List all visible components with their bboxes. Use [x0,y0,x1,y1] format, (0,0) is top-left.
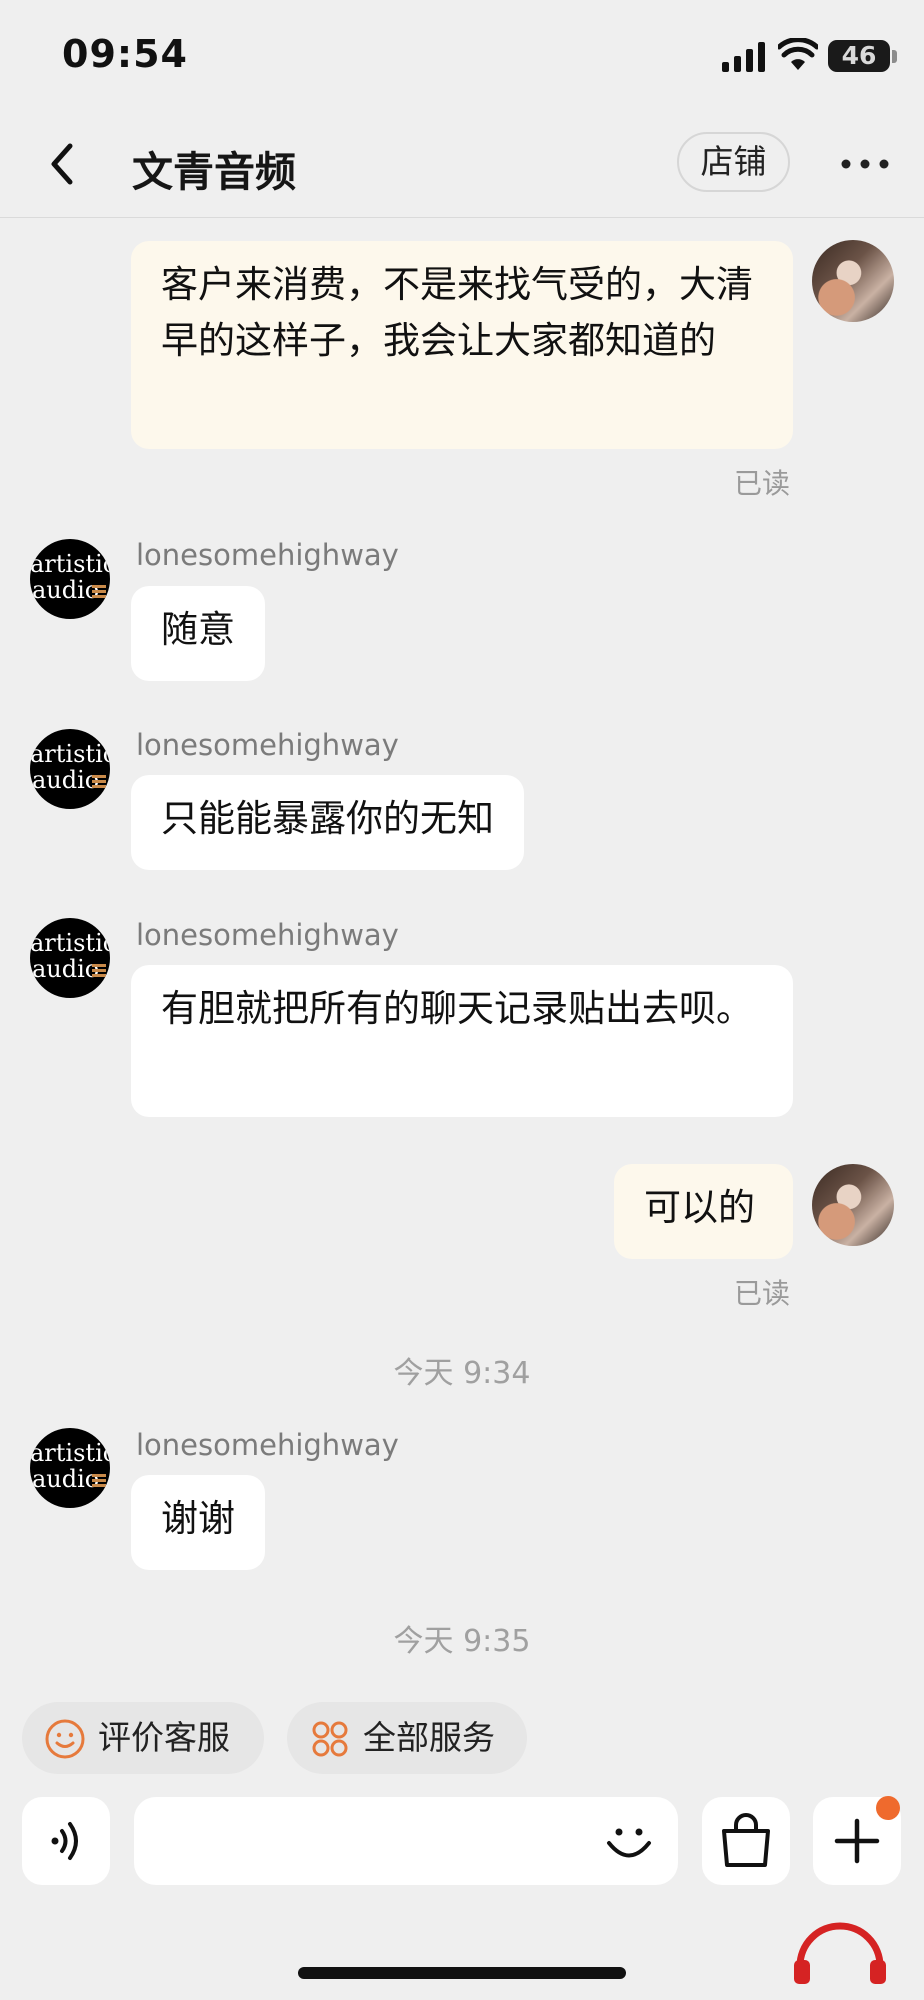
shop-avatar-line1: artistic [30,550,110,578]
user-avatar[interactable] [812,240,894,322]
shop-avatar-bars [92,585,106,603]
message-text: 可以的 [644,1186,755,1229]
chat-timestamp: 今天 9:35 [393,1624,531,1659]
rate-service-button[interactable]: 评价客服 [22,1702,264,1774]
message-bubble-other[interactable]: 有胆就把所有的聊天记录贴出去呗。 [131,965,793,1117]
shop-avatar-line1: artistic [30,1439,110,1467]
shop-avatar-line2: audio [32,766,100,794]
shop-avatar[interactable]: artistic audio [30,1428,110,1508]
rate-service-label: 评价客服 [98,1718,230,1757]
signal-icon [722,42,765,72]
voice-icon [51,1822,78,1860]
nav-bar: 文青音频 店铺 [0,112,924,218]
shop-avatar[interactable]: artistic audio [30,539,110,619]
all-services-label: 全部服务 [363,1718,495,1757]
user-avatar[interactable] [812,1164,894,1246]
sender-name: lonesomehighway [136,1428,399,1462]
chat-screen: 09:54 46 文青音频 店铺 客户来消费，不是来找气受的，大清早的这样子，我… [0,0,924,2000]
message-bubble-self[interactable]: 客户来消费，不是来找气受的，大清早的这样子，我会让大家都知道的 [131,241,793,449]
shop-avatar-line2: audio [32,1465,100,1493]
battery-cap [892,50,897,63]
back-icon[interactable] [40,136,84,192]
home-indicator [298,1967,626,1979]
voice-button[interactable] [22,1797,110,1885]
sender-name: lonesomehighway [136,918,399,952]
chat-title: 文青音频 [132,148,296,196]
services-grid-icon [312,1721,348,1757]
shop-avatar-bars [92,775,106,793]
message-text: 客户来消费，不是来找气受的，大清早的这样子，我会让大家都知道的 [161,263,753,362]
message-bubble-other[interactable]: 随意 [131,586,265,681]
message-text: 有胆就把所有的聊天记录贴出去呗。 [161,987,753,1030]
shop-button[interactable]: 店铺 [677,132,790,192]
shop-avatar[interactable]: artistic audio [30,729,110,809]
shop-avatar-line1: artistic [30,740,110,768]
shop-avatar-line1: artistic [30,929,110,957]
shop-avatar-line2: audio [32,576,100,604]
notification-dot [876,1796,900,1820]
message-text: 只能能暴露你的无知 [161,797,494,840]
all-services-button[interactable]: 全部服务 [287,1702,527,1774]
read-status: 已读 [734,467,791,500]
message-bubble-other[interactable]: 只能能暴露你的无知 [131,775,524,870]
shopping-bag-icon [722,1813,770,1867]
status-time: 09:54 [62,32,188,76]
message-text: 谢谢 [161,1497,235,1540]
shop-avatar-bars [92,1474,106,1492]
message-input[interactable] [134,1797,678,1885]
message-text: 随意 [161,608,235,651]
message-bubble-other[interactable]: 谢谢 [131,1475,265,1570]
shopping-bag-button[interactable] [702,1797,790,1885]
shop-avatar-line2: audio [32,955,100,983]
smile-icon [45,1719,85,1759]
battery-icon: 46 [828,40,890,72]
emoji-icon[interactable] [600,1812,658,1870]
sender-name: lonesomehighway [136,538,399,572]
chat-timestamp: 今天 9:34 [393,1356,531,1391]
status-bar: 09:54 46 [0,0,924,110]
message-bubble-self[interactable]: 可以的 [614,1164,793,1259]
sender-name: lonesomehighway [136,728,399,762]
more-icon[interactable] [838,136,892,192]
read-status: 已读 [734,1277,791,1310]
headphone-logo-icon [794,1922,886,1984]
wifi-icon [778,38,818,70]
battery-level: 46 [841,41,877,70]
shop-avatar-bars [92,964,106,982]
shop-avatar[interactable]: artistic audio [30,918,110,998]
